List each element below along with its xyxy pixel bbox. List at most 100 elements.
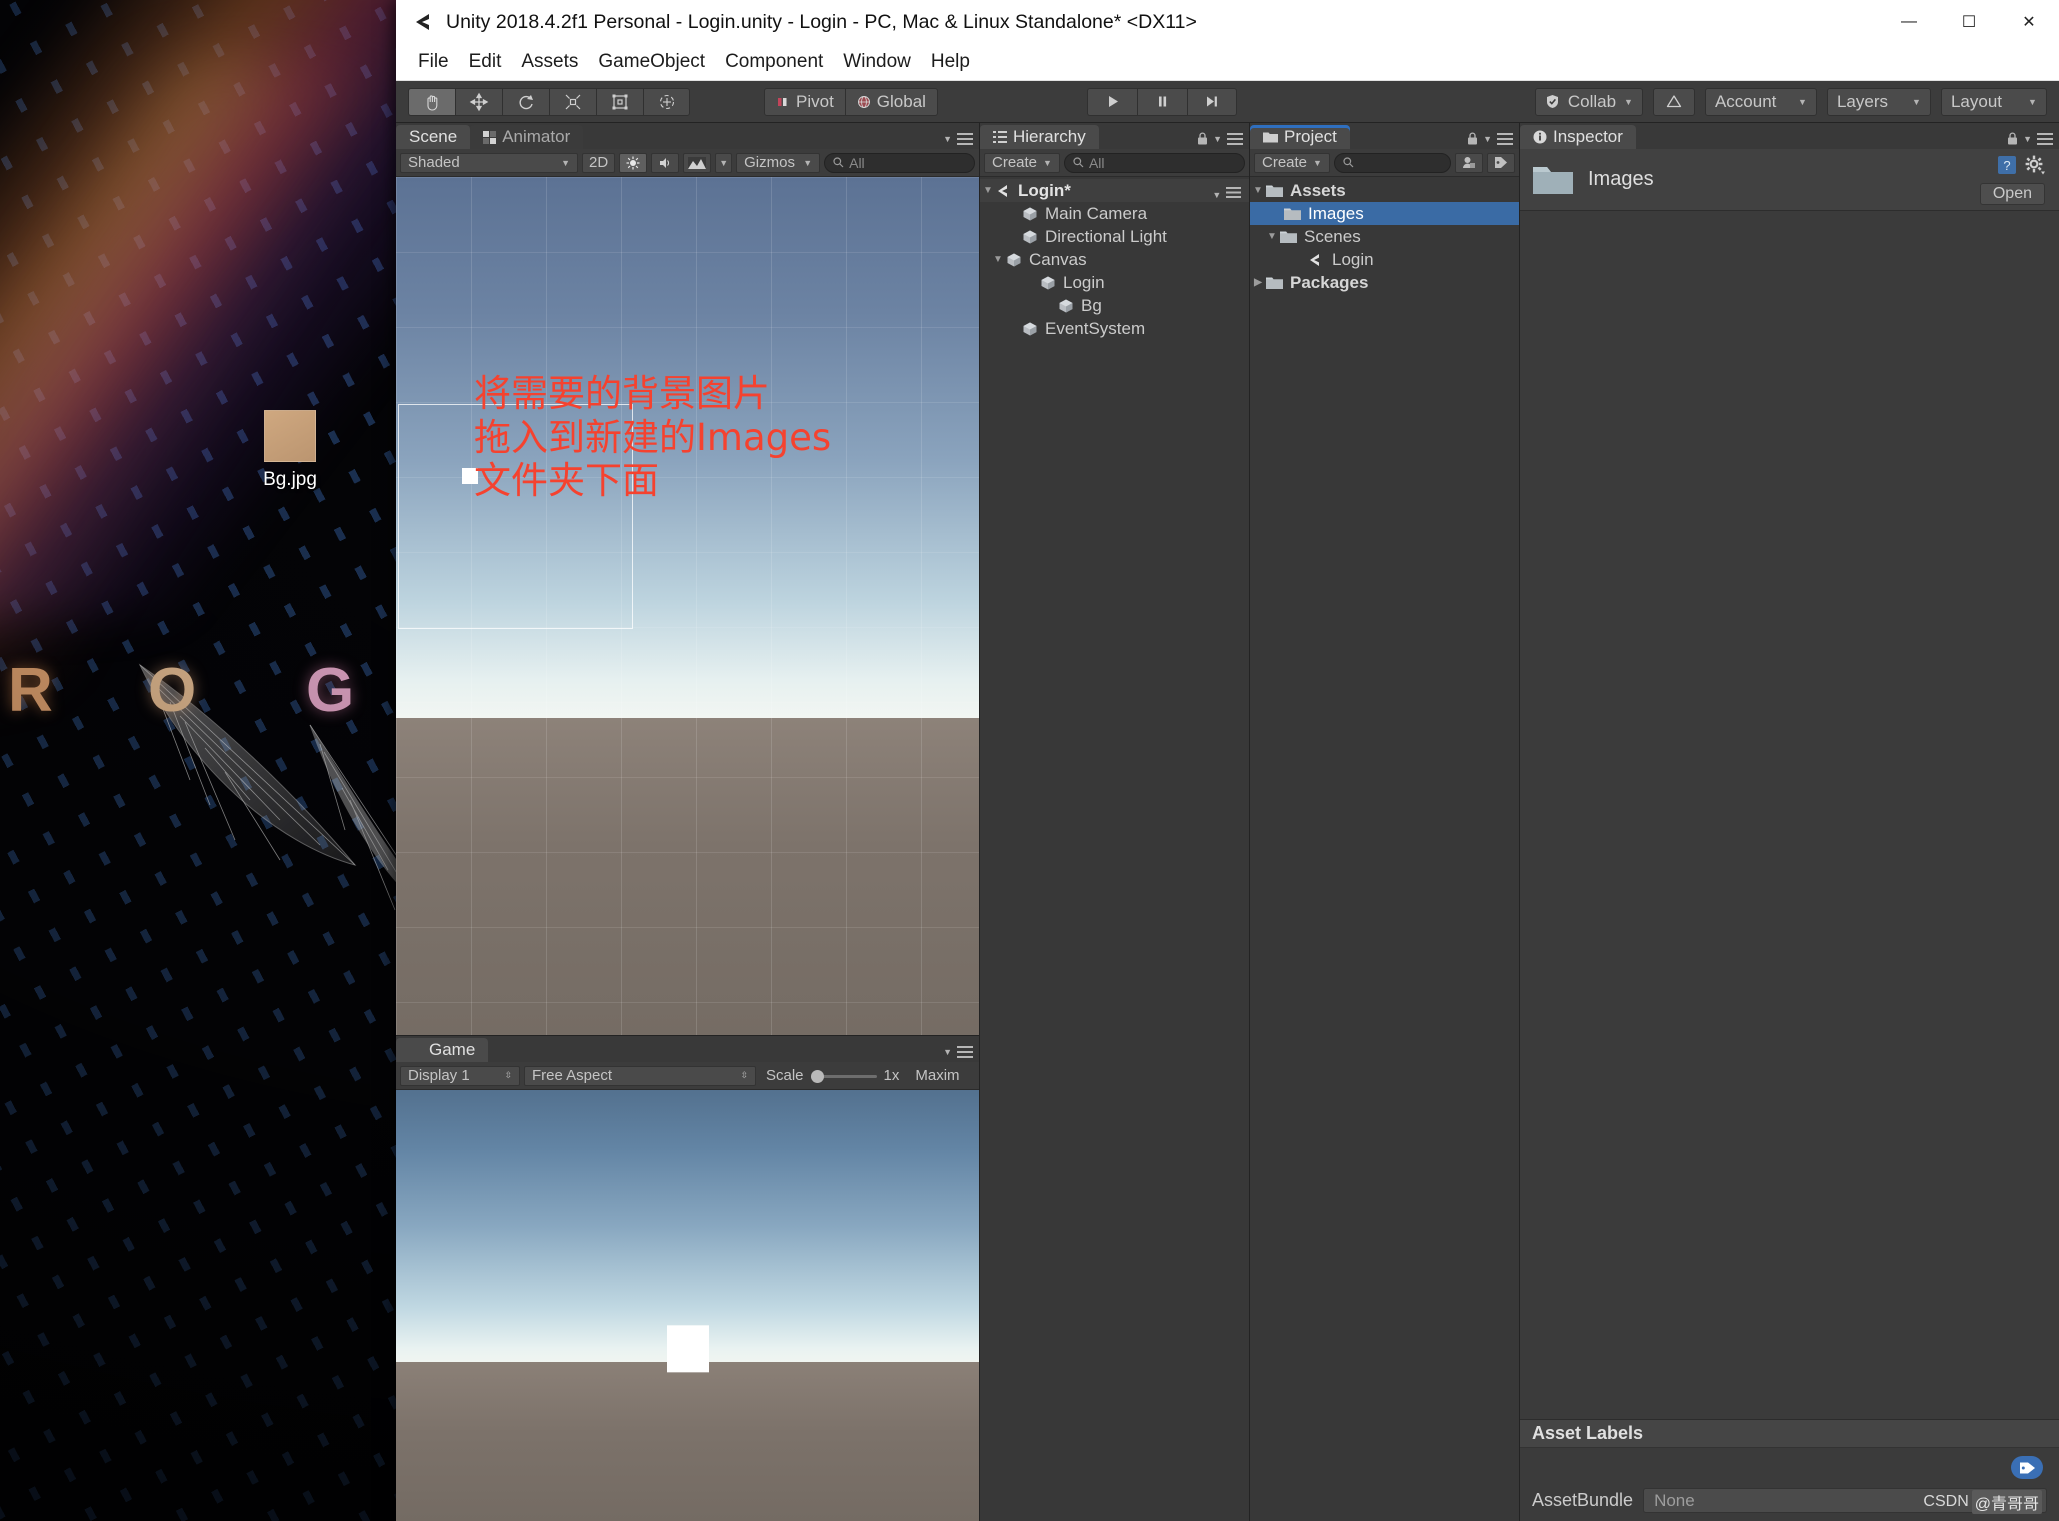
maximize-on-play-label[interactable]: Maxim [903,1067,959,1084]
play-button[interactable] [1086,87,1137,116]
hierarchy-panel-menu[interactable]: ▼ [1197,132,1243,145]
tab-game[interactable]: Game [396,1038,489,1062]
inspector-header-icons: ? [1997,155,2045,175]
expand-arrow-icon[interactable]: ▼ [1250,185,1266,196]
fx-dropdown-button[interactable]: ▼ [715,152,733,173]
project-item-scenes[interactable]: ▼ Scenes [1250,225,1519,248]
tab-project[interactable]: Project [1250,125,1350,149]
hierarchy-item-eventsystem[interactable]: EventSystem [980,317,1249,340]
hierarchy-item-main-camera[interactable]: Main Camera [980,202,1249,225]
collab-button[interactable]: Collab ▼ [1534,87,1643,116]
pause-icon [1158,96,1167,107]
scene-search-input[interactable]: All [824,152,975,173]
inspector-panel-menu[interactable]: ▼ [2007,132,2053,145]
draw-mode-dropdown[interactable]: Shaded ▼ [400,152,578,173]
scale-tool-button[interactable] [549,87,596,116]
layout-button[interactable]: Layout ▼ [1940,87,2047,116]
game-viewport[interactable] [396,1090,979,1521]
close-button[interactable]: ✕ [1999,0,2059,44]
tab-animator[interactable]: Animator [470,125,584,149]
hierarchy-scene-row[interactable]: ▼ Login* ▼ [980,179,1249,202]
expand-arrow-icon[interactable]: ▼ [1264,231,1280,242]
pivot-button[interactable]: Pivot [764,87,846,116]
assetbundle-dropdown[interactable]: None CSDN @青哥哥 [1643,1488,2047,1514]
inspector-info-icon [1533,130,1547,144]
desktop-file-icon-bg-jpg[interactable]: Bg.jpg [230,410,350,491]
layers-button[interactable]: Layers ▼ [1826,87,1931,116]
rect-tool-button[interactable] [596,87,643,116]
project-tabstrip: Project ▼ [1250,123,1519,149]
aspect-dropdown[interactable]: Free Aspect ⇳ [524,1065,756,1086]
project-panel-menu[interactable]: ▼ [1467,132,1513,145]
project-item-packages[interactable]: ▶ Packages [1250,271,1519,294]
hierarchy-create-button[interactable]: Create ▼ [984,152,1060,173]
menu-item-assets[interactable]: Assets [511,48,588,76]
project-filter-button[interactable] [1455,152,1483,173]
expand-arrow-icon[interactable]: ▼ [990,254,1006,265]
project-item-login[interactable]: Login [1250,248,1519,271]
tab-scene[interactable]: Scene [396,125,471,149]
hierarchy-item-canvas[interactable]: ▼ Canvas [980,248,1249,271]
account-button[interactable]: Account ▼ [1704,87,1817,116]
menu-item-gameobject[interactable]: GameObject [588,48,715,76]
pause-button[interactable] [1136,87,1187,116]
hierarchy-panel: Hierarchy ▼ Create ▼ All ▼ Login* ▼ Main… [979,123,1249,1521]
open-button[interactable]: Open [1979,183,2045,205]
hand-tool-button[interactable] [408,87,455,116]
tab-inspector[interactable]: Inspector [1520,125,1636,149]
maximize-button[interactable]: ☐ [1939,0,1999,44]
scale-slider[interactable] [810,1069,877,1083]
hamburger-icon [1227,132,1243,145]
gizmos-dropdown[interactable]: Gizmos ▼ [736,152,821,173]
add-label-button[interactable] [2011,1456,2043,1479]
menu-item-component[interactable]: Component [715,48,833,76]
fx-toggle-button[interactable] [683,152,712,173]
hierarchy-item-directional-light[interactable]: Directional Light [980,225,1249,248]
project-tree[interactable]: ▼ Assets Images ▼ Scenes Login ▶ Package… [1250,177,1519,1521]
project-subtoolbar: Create ▼ [1250,149,1519,177]
hierarchy-item-login[interactable]: Login [980,271,1249,294]
collapse-arrow-icon[interactable]: ▶ [1250,277,1266,288]
project-item-images[interactable]: Images [1250,202,1519,225]
scale-slider-group[interactable]: Scale 1x [760,1067,899,1084]
hierarchy-item-label: Directional Light [1045,226,1167,246]
draw-mode-label: Shaded [408,154,460,171]
project-create-button[interactable]: Create ▼ [1254,152,1330,173]
hierarchy-search-input[interactable]: All [1063,152,1245,173]
scene-viewport[interactable]: 将需要的背景图片 拖入到新建的Images 文件夹下面 [396,177,979,1035]
hierarchy-tree[interactable]: ▼ Login* ▼ Main Camera Directional Light… [980,177,1249,1521]
cloud-button[interactable] [1652,87,1695,116]
slider-handle[interactable] [810,1069,824,1083]
menu-item-window[interactable]: Window [833,48,921,76]
audio-toggle-button[interactable] [651,152,680,173]
project-item-assets[interactable]: ▼ Assets [1250,179,1519,202]
scene-game-column: Scene Animator ▼ Shaded ▼ 2D ▼ Gizmos ▼ … [396,123,979,1521]
open-label: Open [1992,185,2032,202]
gear-icon[interactable] [2025,155,2045,175]
rotate-tool-button[interactable] [502,87,549,116]
global-button[interactable]: Global [845,87,938,116]
menu-item-help[interactable]: Help [921,48,980,76]
toggle-2d-button[interactable]: 2D [582,152,616,173]
menu-item-file[interactable]: File [408,48,459,76]
tag-icon [1495,157,1507,168]
step-button[interactable] [1186,87,1237,116]
audio-icon [660,157,670,168]
menu-item-edit[interactable]: Edit [459,48,512,76]
display-dropdown[interactable]: Display 1 ⇳ [400,1065,520,1086]
expand-arrow-icon[interactable]: ▼ [980,185,996,196]
tab-hierarchy[interactable]: Hierarchy [980,125,1099,149]
move-tool-button[interactable] [455,87,502,116]
chevron-down-icon: ▼ [2028,96,2037,107]
scene-context-menu[interactable]: ▼ [1212,183,1241,203]
project-search-input[interactable] [1333,152,1451,173]
minimize-button[interactable]: — [1879,0,1939,44]
scene-panel-menu[interactable]: ▼ [943,133,973,145]
lighting-toggle-button[interactable] [619,152,648,173]
hamburger-icon [1497,132,1513,145]
help-icon[interactable]: ? [1997,155,2017,175]
game-panel-menu[interactable]: ▼ [943,1046,973,1058]
hierarchy-item-bg[interactable]: Bg [980,294,1249,317]
transform-tool-button[interactable] [643,87,690,116]
project-label-button[interactable] [1487,152,1515,173]
